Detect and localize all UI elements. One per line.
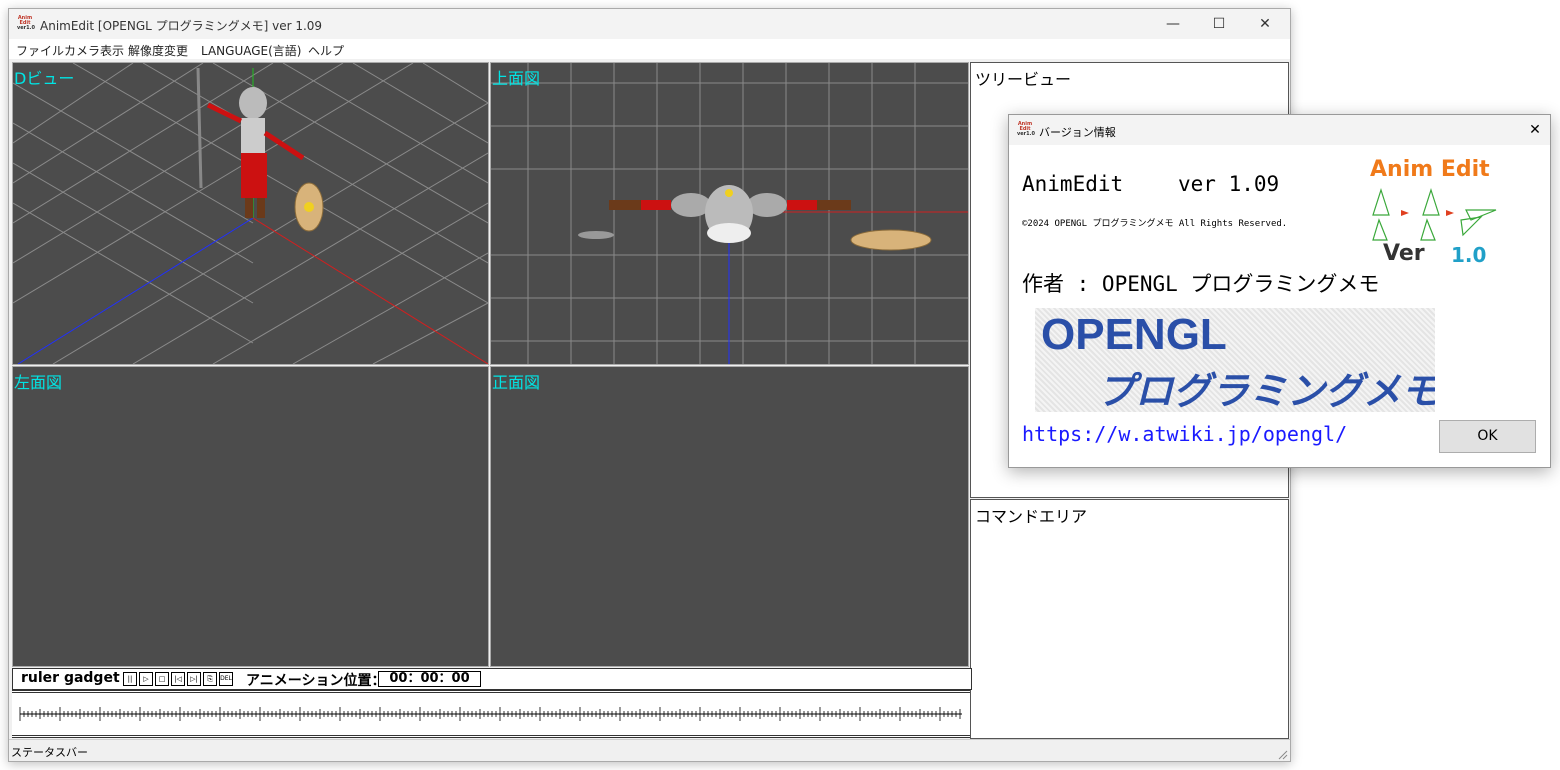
viewport-perspective-label: Dビュー [14,69,75,88]
x-axis [252,217,488,364]
stop-button[interactable]: □ [155,672,169,686]
viewport-left-label: 左面図 [14,373,63,392]
viewport-perspective[interactable]: Dビュー [12,62,489,365]
viewport-left[interactable]: 左面図 [12,366,489,667]
window-title: AnimEdit [OPENGL プログラミングメモ] ver 1.09 [40,19,323,33]
about-app-name: AnimEdit [1022,172,1124,196]
menu-camera[interactable]: カメラ表示 [64,42,124,59]
paste-button[interactable]: ⎘ [203,672,217,686]
resize-grip-icon[interactable] [1276,748,1288,760]
about-dialog: Anim Edit ver1.0 バージョン情報 ✕ AnimEdit ver … [1008,114,1551,468]
animation-position-label: アニメーション位置： [246,673,386,689]
perspective-scene [13,63,488,364]
about-copyright: ©2024 OPENGL プログラミングメモ All Rights Reserv… [1022,219,1288,229]
tree-view-label: ツリービュー [975,70,1072,89]
ruler-ticks [19,707,962,721]
top-shield [850,229,932,251]
about-url-link[interactable]: https://w.atwiki.jp/opengl/ [1022,422,1347,446]
viewport-top-label: 上面図 [492,69,541,88]
shield-boss [304,202,314,212]
brand-ver-label: Ver [1383,241,1425,266]
last-frame-button[interactable]: ▷| [187,672,201,686]
play-button[interactable]: ▷ [139,672,153,686]
command-area-label: コマンドエリア [975,507,1088,526]
ruler-gadget-label: ruler gadget [21,670,120,686]
brand-ver-number: 1.0 [1451,243,1487,267]
menu-bar: ファイル カメラ表示 解像度変更 LANGUAGE(言語) ヘルプ [9,39,1290,59]
about-icon-line-3: ver1.0 [1017,131,1035,137]
about-dialog-title: バージョン情報 [1039,126,1116,139]
app-icon: Anim Edit ver1.0 [17,16,35,32]
ruler-gadget-bar: ruler gadget || ▷ □ |◁ ▷| ⎘ DEL アニメーション位… [12,668,972,690]
about-app-icon: Anim Edit ver1.0 [1017,122,1035,138]
viewport-front-label: 正面図 [492,373,541,392]
menu-file[interactable]: ファイル [16,42,64,59]
top-spear-head [578,231,614,239]
app-icon-line-3: ver1.0 [17,25,35,31]
logo-line-1: OPENGL [1041,310,1227,359]
about-version: ver 1.09 [1178,172,1280,196]
logo-line-2: プログラミングメモ [1097,369,1435,412]
z-axis [17,217,254,364]
command-area-panel[interactable]: コマンドエリア [970,499,1289,739]
animation-position-value[interactable]: 00：00：00 [378,671,481,687]
menu-language[interactable]: LANGUAGE(言語) [201,42,301,59]
delete-button[interactable]: DEL [219,672,233,686]
ok-button[interactable]: OK [1439,420,1536,453]
top-knight-model [609,185,851,243]
close-button[interactable]: ✕ [1242,9,1288,39]
viewport-front[interactable]: 正面図 [490,366,969,667]
first-frame-button[interactable]: |◁ [171,672,185,686]
status-bar: ステータスバー [9,739,1290,761]
maximize-button[interactable]: ☐ [1196,9,1242,39]
status-text: ステータスバー [11,746,88,759]
brand-title: Anim Edit [1370,157,1490,182]
menu-help[interactable]: ヘルプ [308,42,344,59]
top-scene [491,63,968,364]
minimize-button[interactable]: — [1150,9,1196,39]
viewport-top[interactable]: 上面図 [490,62,969,365]
opengl-memo-logo: OPENGL プログラミングメモ [1035,308,1435,412]
menu-resolution[interactable]: 解像度変更 [128,42,188,59]
about-close-button[interactable]: ✕ [1520,115,1550,145]
about-author: 作者 : OPENGL プログラミングメモ [1022,272,1380,296]
spear [196,67,203,189]
brand-arrows-icon [1372,188,1497,241]
pause-button[interactable]: || [123,672,137,686]
about-dialog-titlebar[interactable]: Anim Edit ver1.0 バージョン情報 ✕ [1009,115,1550,145]
ruler-track[interactable] [12,690,970,738]
title-bar[interactable]: Anim Edit ver1.0 AnimEdit [OPENGL プログラミン… [9,9,1290,39]
